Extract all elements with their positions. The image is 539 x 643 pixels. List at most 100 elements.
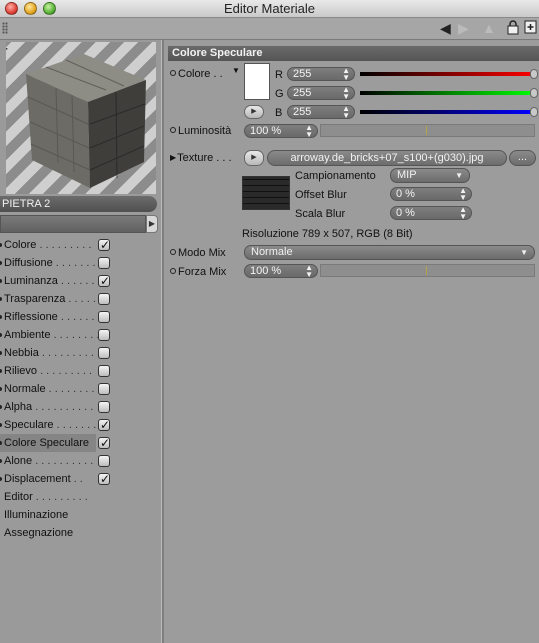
channel-bullet-icon [0,441,2,445]
channel-item[interactable]: Normale . . . . . . . . [0,380,161,398]
animation-pin-icon[interactable] [170,268,176,274]
channel-item[interactable]: Displacement . . ✓ [0,470,161,488]
material-preview[interactable]: ▸ [6,42,156,194]
offset-blur-field[interactable]: 0 % ▲ ▼ [390,187,472,202]
channel-item[interactable]: Colore . . . . . . . . . ✓ [0,236,161,254]
texture-label: Texture . . . [177,152,232,164]
up-arrow-icon[interactable]: ▲ [482,20,496,36]
luminosita-slider[interactable] [320,124,535,137]
channel-bullet-icon [0,423,2,427]
channel-checkbox[interactable]: ✓ [98,472,110,486]
texture-resolution: Risoluzione 789 x 507, RGB (8 Bit) [242,228,413,240]
g-value: 255 [293,87,312,99]
expand-arrow-icon[interactable]: ▶ [146,215,158,233]
channel-checkbox[interactable]: ✓ [98,274,111,288]
grip-handle-icon[interactable] [2,22,8,34]
stepper-icon[interactable]: ▲ ▼ [459,187,467,202]
channel-checkbox[interactable] [98,401,110,413]
g-slider[interactable] [360,88,538,98]
new-window-icon[interactable] [524,20,537,37]
color-options-button[interactable]: ▶ [244,105,264,119]
colore-param[interactable]: Colore . . [170,68,223,80]
channel-label: Alpha [4,401,33,413]
stepper-icon[interactable]: ▲ ▼ [305,264,313,279]
channel-item[interactable]: Diffusione . . . . . . . [0,254,161,272]
modo-mix-value: Normale [251,246,293,258]
expand-triangle-icon[interactable]: ▶ [170,153,176,162]
texture-browse-button[interactable]: ... [509,150,536,166]
b-value-field[interactable]: 255 ▲ ▼ [287,105,355,120]
channel-checkbox[interactable] [98,311,110,323]
checkmark-icon: ✓ [100,274,111,288]
color-picker-arrow-icon[interactable]: ▼ [232,66,240,75]
channel-item[interactable]: Nebbia . . . . . . . . . [0,344,161,362]
luminosita-field[interactable]: 100 % ▲ ▼ [244,124,318,139]
slider-handle[interactable] [530,88,538,98]
channel-checkbox[interactable] [98,329,110,341]
r-value-field[interactable]: 255 ▲ ▼ [287,67,355,82]
slider-handle[interactable] [530,69,538,79]
channel-checkbox[interactable] [98,455,110,467]
stepper-icon[interactable]: ▲ ▼ [305,124,313,139]
g-value-field[interactable]: 255 ▲ ▼ [287,86,355,101]
channel-list: Colore . . . . . . . . . ✓ Diffusione . . … [0,236,161,542]
channel-label: Normale [4,383,46,395]
forza-mix-field[interactable]: 100 % ▲ ▼ [244,264,318,279]
channel-checkbox[interactable] [98,257,110,269]
texture-param[interactable]: ▶Texture . . . [170,152,232,164]
channel-item[interactable]: Colore Speculare ✓ [0,434,110,452]
forza-mix-param[interactable]: Forza Mix [170,266,226,278]
channel-item[interactable]: Alpha . . . . . . . . . . [0,398,161,416]
stepper-icon[interactable]: ▲ ▼ [342,67,350,82]
channel-item[interactable]: Trasparenza . . . . . [0,290,161,308]
texture-options-button[interactable]: ▶ [244,150,264,166]
forza-mix-label: Forza Mix [178,266,227,278]
animation-pin-icon[interactable] [170,249,176,255]
animation-pin-icon[interactable] [170,127,176,133]
channel-item[interactable]: Illuminazione [0,506,161,524]
stepper-icon[interactable]: ▲ ▼ [342,86,350,101]
b-slider[interactable] [360,107,538,117]
channel-checkbox[interactable]: ✓ [98,238,110,252]
b-value: 255 [293,106,312,118]
stepper-icon[interactable]: ▲ ▼ [342,105,350,120]
lock-icon[interactable] [507,20,519,38]
channel-leader-dots: . . [70,473,83,485]
slider-handle[interactable] [530,107,538,117]
channel-bullet-icon [0,279,2,283]
r-slider[interactable] [360,69,538,79]
channel-item[interactable]: Alone . . . . . . . . . . [0,452,161,470]
channel-item[interactable]: Assegnazione [0,524,161,542]
channel-item[interactable]: Luminanza . . . . . . ✓ [0,272,161,290]
channel-label: Speculare [4,419,54,431]
channel-checkbox[interactable]: ✓ [98,436,110,450]
channel-item[interactable]: Editor . . . . . . . . . [0,488,161,506]
channel-item[interactable]: Ambiente . . . . . . . . [0,326,161,344]
channel-item[interactable]: Speculare . . . . . . . ✓ [0,416,161,434]
modo-mix-select[interactable]: Normale ▼ [244,245,535,260]
modo-mix-param[interactable]: Modo Mix [170,247,226,259]
channel-checkbox[interactable] [98,365,110,377]
texture-filename-field[interactable]: arroway.de_bricks+07_s100+(g030).jpg [267,150,507,166]
channel-item[interactable]: Rilievo . . . . . . . . . [0,362,161,380]
scala-blur-field[interactable]: 0 % ▲ ▼ [390,206,472,221]
channel-item[interactable]: Riflessione . . . . . . [0,308,161,326]
channel-leader-dots: . . . . . . . . . [38,347,94,359]
campionamento-select[interactable]: MIP ▼ [390,168,470,183]
stepper-icon[interactable]: ▲ ▼ [459,206,467,221]
forward-arrow-icon[interactable]: ▶ [458,20,469,36]
dropdown-arrow-icon: ▼ [520,248,528,257]
color-swatch[interactable] [244,63,270,100]
preview-menu-icon[interactable]: ▸ [6,44,8,53]
back-arrow-icon[interactable]: ◀ [440,20,451,36]
animation-pin-icon[interactable] [170,70,176,76]
channel-checkbox[interactable] [98,383,110,395]
forza-mix-slider[interactable] [320,264,535,277]
channel-label: Ambiente [4,329,51,341]
channel-checkbox[interactable] [98,347,110,359]
channel-checkbox[interactable] [98,293,110,305]
channel-checkbox[interactable]: ✓ [98,418,110,432]
material-scroll-field[interactable] [0,215,146,233]
luminosita-param[interactable]: Luminosità [170,125,231,137]
channel-bullet-icon [0,369,2,373]
